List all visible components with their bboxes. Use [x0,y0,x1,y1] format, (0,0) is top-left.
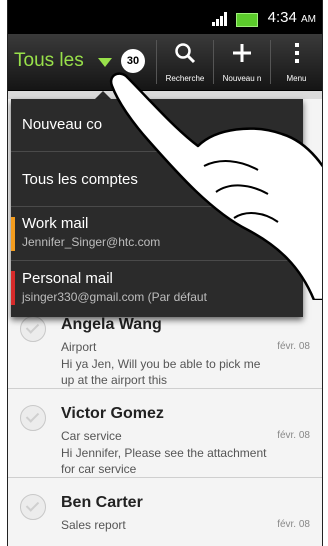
message-item[interactable]: Ben Carter Sales report févr. 08 [8,478,322,546]
checkbox[interactable] [20,316,46,342]
search-label: Recherche [165,74,205,83]
search-icon [175,43,196,64]
account-color-bar [11,271,15,305]
chevron-down-icon [98,58,112,67]
all-accounts-label: Tous les comptes [22,171,138,188]
message-subject: Airport [61,340,97,354]
message-item[interactable]: Victor Gomez Car service févr. 08 Hi Jen… [8,389,322,478]
account-label: Tous les [14,50,84,71]
menu-button[interactable]: Menu [271,36,322,88]
message-preview: Hi ya Jen, Will you be able to pick me u… [61,357,261,387]
message-subject: Sales report [61,518,126,532]
clock-ampm: AM [301,14,316,25]
menu-item-personal-mail[interactable]: Personal mail jsinger330@gmail.com (Par … [11,261,303,317]
checkbox[interactable] [20,405,46,431]
message-subject: Car service [61,429,122,443]
sort-bar [8,91,322,99]
plus-icon [233,44,251,62]
status-bar: 4:34 AM [8,0,322,34]
account-email: jsinger330@gmail.com (Par défaut [22,290,207,304]
checkbox[interactable] [20,494,46,520]
mail-toolbar: Tous les 30 Recherche Nouveau n Menu [8,34,322,91]
message-sender: Angela Wang [61,316,162,333]
menu-item-work-mail[interactable]: Work mail Jennifer_Singer@htc.com [11,207,303,261]
menu-label: Menu [286,74,307,83]
message-list: Angela Wang Airport févr. 08 Hi ya Jen, … [8,300,322,546]
message-sender: Ben Carter [61,494,143,511]
clock-time: 4:34 [267,9,297,26]
unread-count-badge: 30 [121,49,145,73]
new-account-label: Nouveau co [22,116,103,133]
signal-icon [212,12,230,26]
overflow-menu-icon [294,43,299,63]
new-mail-label: Nouveau n [222,74,262,83]
battery-icon [236,13,258,27]
new-mail-button[interactable]: Nouveau n [214,36,270,88]
message-date: févr. 08 [277,430,310,441]
account-color-bar [11,217,15,251]
account-dropdown: Nouveau co Tous les comptes Work mail Je… [11,99,303,317]
search-button[interactable]: Recherche [157,36,213,88]
menu-item-new-account[interactable]: Nouveau co [11,99,303,152]
account-email: Jennifer_Singer@htc.com [22,235,161,249]
message-sender: Victor Gomez [61,405,164,422]
menu-item-all-accounts[interactable]: Tous les comptes [11,152,303,207]
clock: 4:34 AM [268,9,316,26]
message-date: févr. 08 [277,341,310,352]
message-preview: Hi Jennifer, Please see the attachment f… [61,446,267,476]
phone-screen: 4:34 AM Tous les 30 Recherche Nouveau n [7,0,323,546]
message-date: févr. 08 [277,519,310,530]
account-name: Personal mail [22,270,113,287]
account-name: Work mail [22,215,89,232]
